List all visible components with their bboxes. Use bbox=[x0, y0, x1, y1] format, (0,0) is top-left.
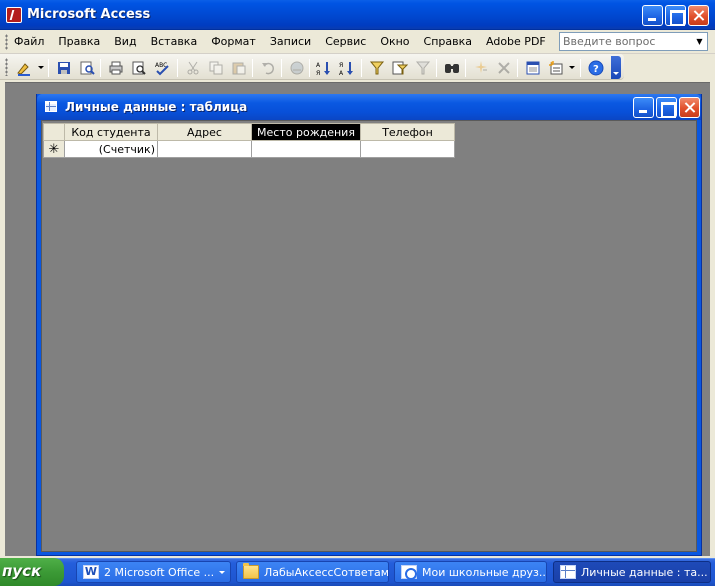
maximize-button[interactable] bbox=[665, 5, 686, 26]
save-icon[interactable] bbox=[54, 58, 74, 78]
table-icon bbox=[560, 565, 576, 579]
print-icon[interactable] bbox=[106, 58, 126, 78]
cell-birthplace[interactable] bbox=[251, 140, 361, 158]
toolbar-separator bbox=[177, 59, 178, 77]
minimize-button[interactable] bbox=[642, 5, 663, 26]
column-header-student-id[interactable]: Код студента bbox=[64, 123, 158, 141]
toolbar-separator bbox=[100, 59, 101, 77]
taskbar-button-label: Мои школьные друз... bbox=[422, 565, 546, 579]
sort-ascending-icon[interactable]: AЯ bbox=[314, 58, 334, 78]
help-icon[interactable]: ? bbox=[586, 58, 606, 78]
menu-window[interactable]: Окно bbox=[380, 35, 409, 48]
chevron-down-icon[interactable] bbox=[38, 66, 44, 69]
table-close-button[interactable] bbox=[679, 97, 700, 118]
datasheet-grid: Код студента Адрес Место рождения Телефо… bbox=[43, 123, 455, 158]
new-object-icon[interactable] bbox=[546, 58, 566, 78]
folder-icon bbox=[243, 563, 259, 579]
find-icon[interactable] bbox=[442, 58, 462, 78]
menu-records[interactable]: Записи bbox=[270, 35, 311, 48]
svg-text:A: A bbox=[339, 70, 344, 76]
print-preview-icon[interactable] bbox=[129, 58, 149, 78]
filter-by-selection-icon[interactable] bbox=[367, 58, 387, 78]
toolbar-separator bbox=[252, 59, 253, 77]
app-title: Microsoft Access bbox=[27, 7, 151, 22]
close-button[interactable] bbox=[688, 5, 709, 26]
select-all-corner[interactable] bbox=[43, 123, 65, 141]
cell-student-id[interactable]: (Счетчик) bbox=[64, 140, 158, 158]
paste-icon[interactable] bbox=[229, 58, 249, 78]
taskbar-button-label: ЛабыАксессСответами bbox=[264, 565, 388, 579]
chevron-down-icon[interactable] bbox=[569, 66, 575, 69]
delete-record-icon[interactable] bbox=[494, 58, 514, 78]
menu-format[interactable]: Формат bbox=[211, 35, 256, 48]
table-window-title-bar[interactable]: Личные данные : таблица bbox=[37, 94, 701, 120]
taskbar-button-browser[interactable]: Мои школьные друз... bbox=[394, 561, 547, 583]
datasheet-background bbox=[41, 120, 697, 552]
apply-filter-icon[interactable] bbox=[413, 58, 433, 78]
taskbar-button-label: Личные данные : та... bbox=[581, 565, 708, 579]
svg-text:A: A bbox=[316, 62, 321, 69]
browser-icon bbox=[401, 565, 417, 580]
undo-icon[interactable] bbox=[258, 58, 278, 78]
toolbar-separator bbox=[436, 59, 437, 77]
taskbar-button-table[interactable]: Личные данные : та... bbox=[553, 561, 711, 583]
toolbar-separator bbox=[361, 59, 362, 77]
access-app-icon[interactable] bbox=[6, 7, 22, 23]
menu-insert[interactable]: Вставка bbox=[151, 35, 198, 48]
search-database-icon[interactable] bbox=[77, 58, 97, 78]
help-question-input[interactable] bbox=[560, 33, 688, 50]
toolbar-separator bbox=[281, 59, 282, 77]
new-record-icon[interactable] bbox=[471, 58, 491, 78]
toolbar-options-button[interactable] bbox=[611, 56, 621, 79]
menu-file[interactable]: Файл bbox=[14, 35, 44, 48]
svg-text:?: ? bbox=[593, 64, 599, 75]
spelling-icon[interactable]: ABC bbox=[152, 58, 172, 78]
app-title-bar[interactable]: Microsoft Access bbox=[0, 0, 715, 30]
taskbar-button-label: 2 Microsoft Office ... bbox=[104, 565, 215, 579]
menu-adobe-pdf[interactable]: Adobe PDF bbox=[486, 35, 546, 48]
menu-grip-icon[interactable] bbox=[5, 34, 8, 50]
table-window[interactable]: Личные данные : таблица bbox=[36, 94, 702, 556]
design-view-icon[interactable] bbox=[14, 58, 34, 78]
toolbar-separator bbox=[309, 59, 310, 77]
toolbar-separator bbox=[517, 59, 518, 77]
toolbar-separator bbox=[48, 59, 49, 77]
database-window-icon[interactable] bbox=[523, 58, 543, 78]
cell-address[interactable] bbox=[157, 140, 252, 158]
toolbar-grip-icon[interactable] bbox=[5, 58, 8, 76]
chevron-down-icon bbox=[219, 570, 225, 574]
start-button[interactable]: пуск bbox=[0, 558, 64, 586]
cell-phone[interactable] bbox=[360, 140, 455, 158]
new-record-marker-icon[interactable]: ✳ bbox=[43, 140, 65, 158]
svg-text:Я: Я bbox=[339, 62, 343, 69]
svg-text:Я: Я bbox=[316, 70, 320, 76]
insert-hyperlink-icon[interactable] bbox=[287, 58, 307, 78]
help-question-box[interactable]: ▼ bbox=[559, 32, 708, 51]
toolbar-separator bbox=[580, 59, 581, 77]
copy-icon[interactable] bbox=[206, 58, 226, 78]
taskbar-button-folder[interactable]: ЛабыАксессСответами bbox=[236, 561, 389, 583]
word-icon: W bbox=[83, 565, 99, 579]
column-header-row: Код студента Адрес Место рождения Телефо… bbox=[43, 123, 455, 141]
filter-by-form-icon[interactable] bbox=[390, 58, 410, 78]
table-maximize-button[interactable] bbox=[656, 97, 677, 118]
menu-help[interactable]: Справка bbox=[424, 35, 472, 48]
table-minimize-button[interactable] bbox=[633, 97, 654, 118]
table-icon[interactable] bbox=[45, 101, 57, 112]
menu-tools[interactable]: Сервис bbox=[325, 35, 366, 48]
column-header-address[interactable]: Адрес bbox=[157, 123, 252, 141]
toolbar-separator bbox=[465, 59, 466, 77]
column-header-birthplace[interactable]: Место рождения bbox=[251, 123, 361, 141]
table-row[interactable]: ✳ (Счетчик) bbox=[43, 140, 455, 158]
menu-edit[interactable]: Правка bbox=[58, 35, 100, 48]
column-header-phone[interactable]: Телефон bbox=[360, 123, 455, 141]
start-label: пуск bbox=[2, 562, 42, 580]
table-window-title: Личные данные : таблица bbox=[65, 100, 248, 114]
cut-icon[interactable] bbox=[183, 58, 203, 78]
sort-descending-icon[interactable]: ЯA bbox=[337, 58, 357, 78]
menu-view[interactable]: Вид bbox=[114, 35, 136, 48]
taskbar-button-office[interactable]: W 2 Microsoft Office ... bbox=[76, 561, 231, 583]
chevron-down-icon[interactable]: ▼ bbox=[692, 33, 707, 50]
